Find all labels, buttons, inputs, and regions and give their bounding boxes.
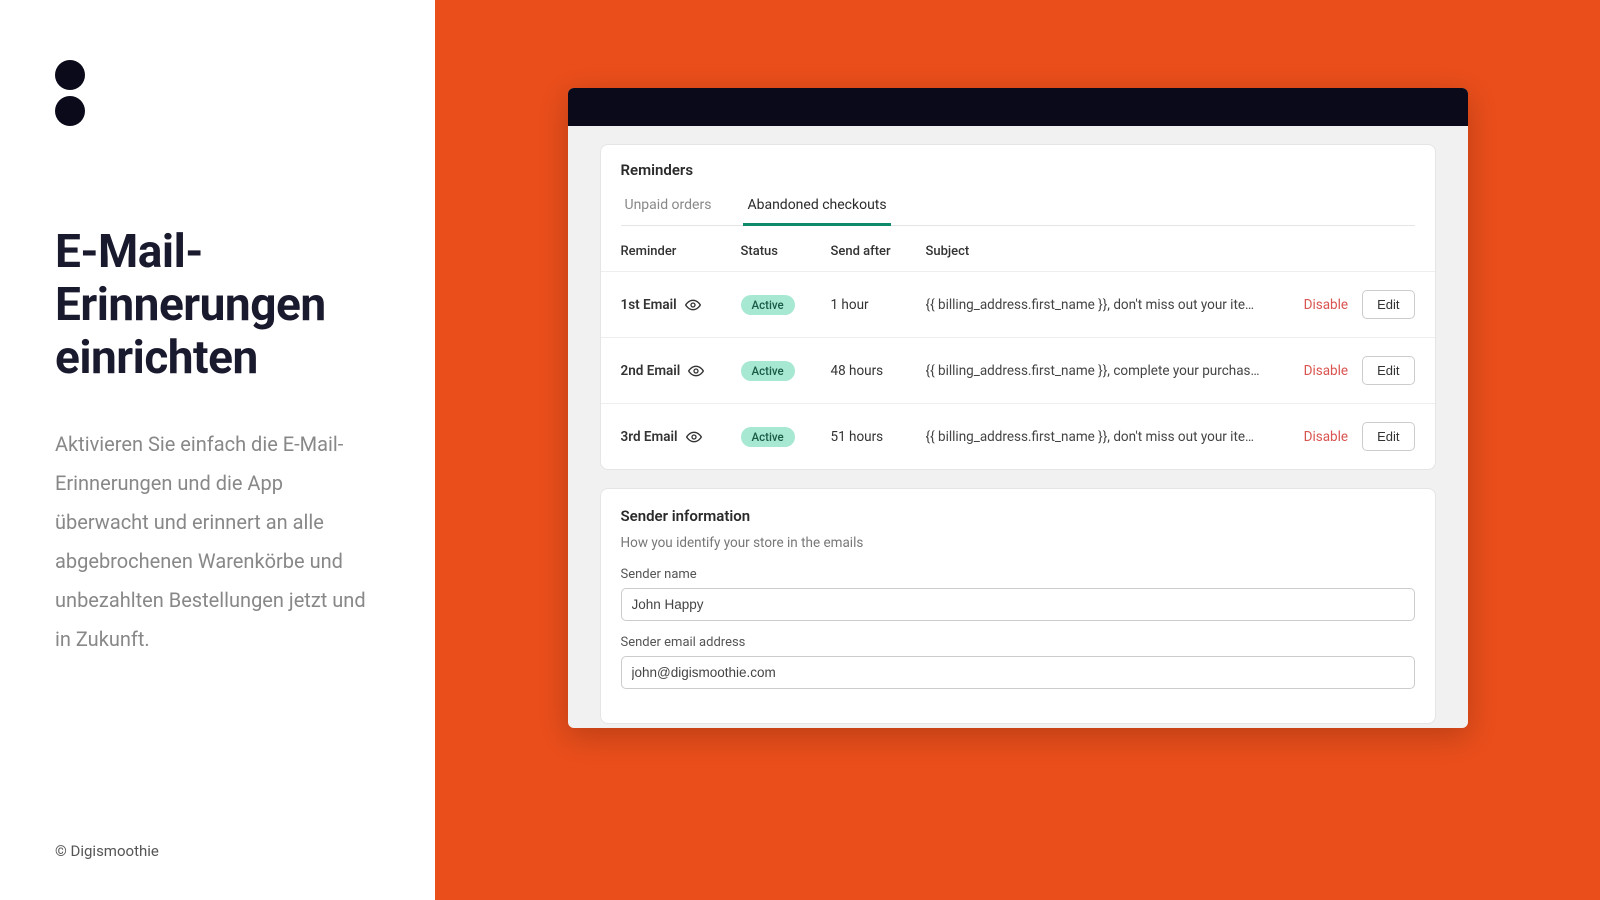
table-row: 1st Email Active 1 hour {{ billing_addre… [601, 272, 1435, 338]
subject-text: {{ billing_address.first_name }}, don't … [926, 297, 1266, 313]
sender-subtitle: How you identify your store in the email… [621, 535, 1415, 551]
reminders-title: Reminders [621, 161, 1415, 179]
col-reminder: Reminder [621, 244, 741, 259]
slide-left-panel: E-Mail-Erinnerungen einrichten Aktiviere… [0, 0, 435, 900]
slide-right-panel: Reminders Unpaid orders Abandoned checko… [435, 0, 1600, 900]
reminders-card: Reminders Unpaid orders Abandoned checko… [600, 144, 1436, 470]
sender-card: Sender information How you identify your… [600, 488, 1436, 724]
slide-headline: E-Mail-Erinnerungen einrichten [55, 226, 380, 385]
subject-text: {{ billing_address.first_name }}, comple… [926, 363, 1266, 379]
reminder-label: 3rd Email [621, 429, 678, 445]
status-badge: Active [741, 361, 795, 381]
table-header: Reminder Status Send after Subject [601, 226, 1435, 272]
reminders-table: Reminder Status Send after Subject 1st E… [601, 226, 1435, 469]
preview-eye-icon[interactable] [688, 363, 704, 379]
send-after-value: 48 hours [831, 363, 926, 379]
slide-credit: © Digismoothie [55, 842, 159, 860]
send-after-value: 1 hour [831, 297, 926, 313]
app-titlebar [568, 88, 1468, 126]
col-status: Status [741, 244, 831, 259]
slide-description: Aktivieren Sie einfach die E-Mail-Erinne… [55, 425, 380, 659]
edit-button[interactable]: Edit [1362, 422, 1414, 451]
table-row: 2nd Email Active 48 hours {{ billing_add… [601, 338, 1435, 404]
status-badge: Active [741, 295, 795, 315]
edit-button[interactable]: Edit [1362, 290, 1414, 319]
disable-link[interactable]: Disable [1304, 363, 1348, 379]
table-row: 3rd Email Active 51 hours {{ billing_add… [601, 404, 1435, 469]
tab-abandoned-checkouts[interactable]: Abandoned checkouts [743, 189, 890, 226]
app-window: Reminders Unpaid orders Abandoned checko… [568, 88, 1468, 728]
disable-link[interactable]: Disable [1304, 297, 1348, 313]
tab-unpaid-orders[interactable]: Unpaid orders [621, 189, 716, 226]
reminder-label: 2nd Email [621, 363, 681, 379]
tabs: Unpaid orders Abandoned checkouts [621, 189, 1415, 226]
sender-email-input[interactable] [621, 656, 1415, 689]
col-subject: Subject [926, 244, 1275, 259]
disable-link[interactable]: Disable [1304, 429, 1348, 445]
col-send-after: Send after [831, 244, 926, 259]
app-body: Reminders Unpaid orders Abandoned checko… [568, 126, 1468, 724]
sender-title: Sender information [621, 507, 1415, 525]
sender-email-label: Sender email address [621, 635, 1415, 650]
preview-eye-icon[interactable] [685, 297, 701, 313]
edit-button[interactable]: Edit [1362, 356, 1414, 385]
preview-eye-icon[interactable] [686, 429, 702, 445]
logo-colon-icon [55, 60, 380, 126]
sender-name-input[interactable] [621, 588, 1415, 621]
send-after-value: 51 hours [831, 429, 926, 445]
sender-name-label: Sender name [621, 567, 1415, 582]
reminder-label: 1st Email [621, 297, 677, 313]
status-badge: Active [741, 427, 795, 447]
subject-text: {{ billing_address.first_name }}, don't … [926, 429, 1266, 445]
